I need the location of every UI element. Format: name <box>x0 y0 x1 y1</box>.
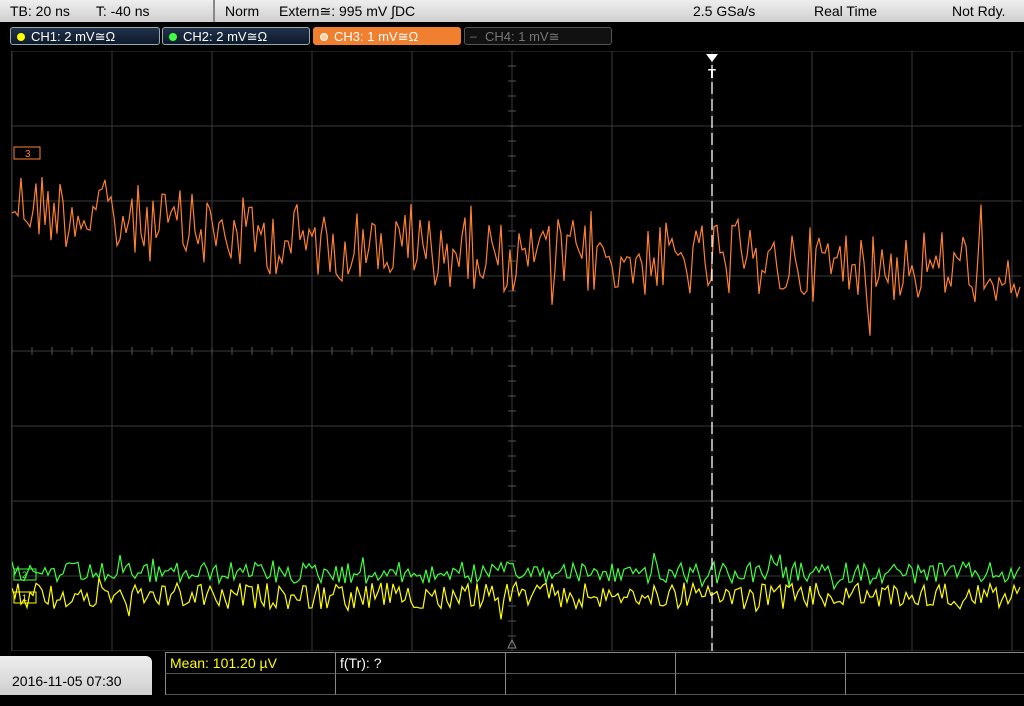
trigger-source-label[interactable]: Extern≅: 995 mV ∫DC <box>279 0 415 22</box>
ch1-label: CH1: 2 mV≅Ω <box>31 29 116 44</box>
ch1-level-marker[interactable]: 1 <box>13 591 37 604</box>
ch3-level-marker[interactable]: 3 <box>13 146 41 160</box>
acquisition-panel[interactable]: Norm Extern≅: 995 mV ∫DC 2.5 GSa/s Real … <box>215 0 1024 22</box>
measurement-slot-5[interactable] <box>845 653 1024 674</box>
channel-row: CH1: 2 mV≅Ω CH2: 2 mV≅Ω CH3: 1 mV≅Ω – CH… <box>0 22 1024 50</box>
channel-1-button[interactable]: CH1: 2 mV≅Ω <box>10 27 160 45</box>
trigger-marker-label: T <box>708 66 716 81</box>
waveform-svg: T 3 2 1 <box>11 50 1022 652</box>
acq-mode-label[interactable]: Real Time <box>814 0 877 22</box>
ch2-dot-icon <box>169 33 177 41</box>
timebase-label[interactable]: TB: 20 ns <box>10 3 70 19</box>
measurement-table[interactable]: Mean: 101.20 µV f(Tr): ? <box>165 652 1024 696</box>
channel-3-button[interactable]: CH3: 1 mV≅Ω <box>313 27 461 45</box>
ch4-label: CH4: 1 mV≅ <box>485 29 560 44</box>
footer: 2016-11-05 07:30 Mean: 101.20 µV f(Tr): … <box>0 652 1024 695</box>
ch2-label: CH2: 2 mV≅Ω <box>183 29 268 44</box>
ch3-marker-label: 3 <box>25 149 31 160</box>
measurement-slot-4[interactable] <box>675 653 845 674</box>
channel-4-button[interactable]: – CH4: 1 mV≅ <box>464 27 612 45</box>
datetime-box: 2016-11-05 07:30 <box>0 656 152 695</box>
ch1-marker-label: 1 <box>22 593 27 603</box>
measurement-slot-9[interactable] <box>675 674 845 695</box>
ch1-dot-icon <box>17 33 25 41</box>
ch2-marker-label: 2 <box>22 570 27 580</box>
timebase-panel[interactable]: TB: 20 ns T: -40 ns <box>0 0 215 22</box>
graticule <box>11 50 1022 652</box>
waveform-display[interactable]: T 3 2 1 <box>11 50 1022 652</box>
trigger-mode-label[interactable]: Norm <box>225 0 259 22</box>
status-label: Not Rdy. <box>952 3 1006 19</box>
ch3-dot-icon <box>320 33 328 41</box>
sample-rate-label[interactable]: 2.5 GSa/s <box>693 0 755 22</box>
measurement-slot-10[interactable] <box>845 674 1024 695</box>
measurement-slot-8[interactable] <box>505 674 675 695</box>
measurement-slot-7[interactable] <box>335 674 505 695</box>
ch3-label: CH3: 1 mV≅Ω <box>334 29 419 44</box>
ch1-trace <box>11 577 1021 620</box>
measurement-slot-3[interactable] <box>505 653 675 674</box>
trigger-arrow-icon[interactable] <box>706 54 718 62</box>
datetime-label: 2016-11-05 07:30 <box>12 673 122 689</box>
mean-measurement[interactable]: Mean: 101.20 µV <box>165 653 335 674</box>
ftr-measurement[interactable]: f(Tr): ? <box>335 653 505 674</box>
ch4-dash-icon: – <box>470 29 477 43</box>
measurement-slot-6[interactable] <box>165 674 335 695</box>
channel-2-button[interactable]: CH2: 2 mV≅Ω <box>162 27 310 45</box>
trigger-time-label[interactable]: T: -40 ns <box>96 3 150 19</box>
